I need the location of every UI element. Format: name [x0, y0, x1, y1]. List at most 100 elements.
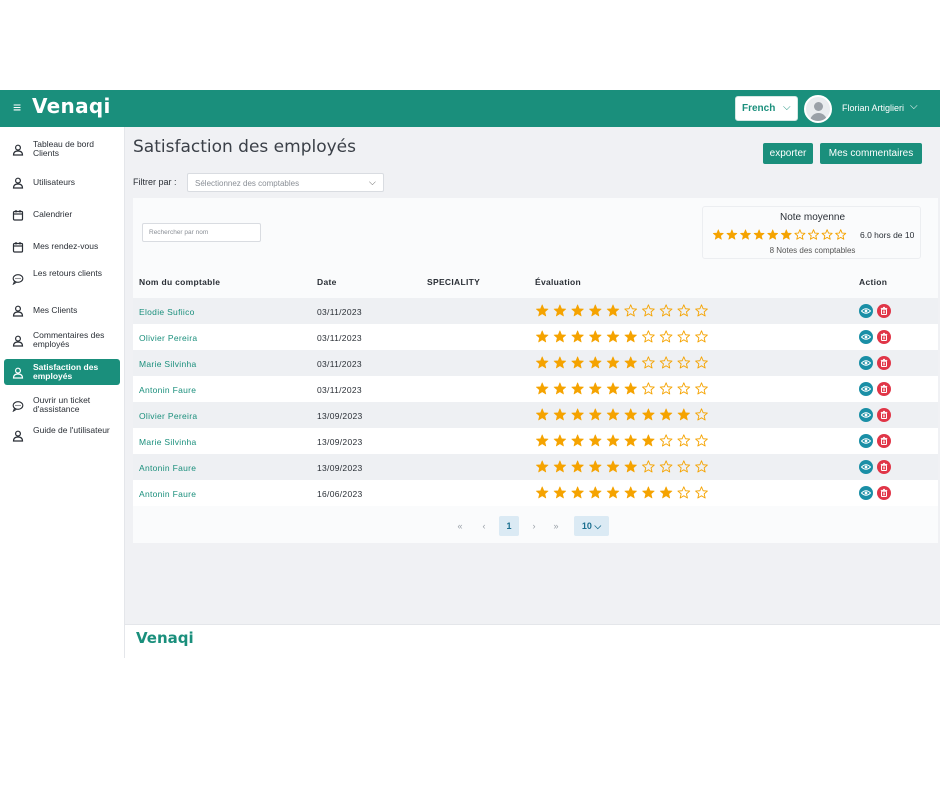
star-empty-icon — [695, 382, 708, 395]
sidebar-item[interactable]: Commentaires des employés — [4, 327, 120, 353]
page-size-select[interactable]: 10 ⌵ — [574, 516, 609, 536]
user-name[interactable]: Florian Artiglieri — [842, 103, 904, 113]
sidebar-item[interactable]: Guide de l'utilisateur — [4, 422, 120, 448]
view-button[interactable] — [859, 486, 873, 500]
star-empty-icon — [695, 330, 708, 343]
filter-label: Filtrer par : — [133, 177, 177, 187]
sidebar-item-label: Ouvrir un ticket d'assistance — [33, 395, 91, 414]
delete-button[interactable] — [877, 486, 891, 500]
star-filled-icon — [571, 434, 584, 447]
accountant-filter-select[interactable]: Sélectionnez des comptables ⌵ — [187, 173, 384, 192]
my-comments-button[interactable]: Mes commentaires — [820, 143, 922, 164]
chevron-down-icon[interactable]: ⌵ — [910, 101, 918, 112]
table-row: Olivier Pereira 13/09/2023 — [133, 402, 938, 428]
table-row: Olivier Pereira 03/11/2023 — [133, 324, 938, 350]
sidebar-item-label: Mes Clients — [33, 305, 78, 315]
next-page-button[interactable]: › — [525, 516, 543, 536]
accountant-name-link[interactable]: Antonin Faure — [139, 489, 196, 499]
star-filled-icon — [589, 408, 602, 421]
star-empty-icon — [642, 304, 655, 317]
user-icon — [12, 334, 24, 347]
view-button[interactable] — [859, 304, 873, 318]
star-filled-icon — [589, 460, 602, 473]
column-header-date[interactable]: Date — [317, 277, 337, 287]
star-filled-icon — [624, 460, 637, 473]
accountant-name-link[interactable]: Marie Silvinha — [139, 359, 197, 369]
view-button[interactable] — [859, 330, 873, 344]
star-empty-icon — [835, 229, 847, 240]
delete-button[interactable] — [877, 356, 891, 370]
sidebar-item-label: Les retours clients — [33, 268, 102, 278]
language-value: French — [742, 103, 776, 114]
sidebar-item[interactable]: Calendrier — [4, 204, 120, 224]
sidebar-item[interactable]: Mes rendez-vous — [4, 236, 120, 256]
trash-icon — [880, 306, 888, 316]
first-page-button[interactable]: « — [451, 516, 469, 536]
sidebar-item[interactable]: Tableau de bord Clients — [4, 137, 120, 161]
accountant-name-link[interactable]: Olivier Pereira — [139, 333, 197, 343]
star-filled-icon — [606, 382, 620, 395]
star-empty-icon — [695, 356, 708, 369]
delete-button[interactable] — [877, 330, 891, 344]
view-button[interactable] — [859, 408, 873, 422]
star-filled-icon — [780, 229, 792, 240]
column-header-speciality[interactable]: SPECIALITY — [427, 277, 480, 287]
eye-icon — [861, 360, 871, 366]
last-page-button[interactable]: » — [547, 516, 565, 536]
accountant-name-link[interactable]: Antonin Faure — [139, 463, 196, 473]
hamburger-icon[interactable]: ≡ — [13, 99, 21, 115]
search-placeholder: Rechercher par nom — [149, 229, 209, 236]
star-empty-icon — [695, 486, 708, 499]
accountant-name-link[interactable]: Olivier Pereira — [139, 411, 197, 421]
sidebar-item[interactable]: Ouvrir un ticket d'assistance — [4, 392, 120, 418]
eye-icon — [861, 464, 871, 470]
star-filled-icon — [624, 382, 637, 395]
delete-button[interactable] — [877, 304, 891, 318]
delete-button[interactable] — [877, 434, 891, 448]
view-button[interactable] — [859, 356, 873, 370]
sidebar: Tableau de bord Clients Utilisateurs Calen… — [0, 127, 125, 658]
star-filled-icon — [535, 382, 549, 395]
accountant-name-link[interactable]: Antonin Faure — [139, 385, 196, 395]
view-button[interactable] — [859, 382, 873, 396]
rating-stars — [535, 486, 708, 499]
language-select[interactable]: French ⌵ — [735, 96, 798, 121]
star-filled-icon — [677, 408, 690, 421]
page-1-button[interactable]: 1 — [499, 516, 519, 536]
rating-stars — [535, 408, 708, 421]
prev-page-button[interactable]: ‹ — [475, 516, 493, 536]
sidebar-item-label: Commentaires des employés — [33, 330, 105, 349]
table-row: Marie Silvinha 03/11/2023 — [133, 350, 938, 376]
star-empty-icon — [642, 330, 655, 343]
delete-button[interactable] — [877, 460, 891, 474]
star-filled-icon — [712, 229, 724, 240]
sidebar-item[interactable]: Satisfaction des employés — [4, 359, 120, 385]
star-empty-icon — [677, 356, 691, 369]
column-header-name[interactable]: Nom du comptable — [139, 277, 220, 287]
star-filled-icon — [589, 330, 602, 343]
delete-button[interactable] — [877, 408, 891, 422]
table-row: Elodie Sufiico 03/11/2023 — [133, 298, 938, 324]
sidebar-item[interactable]: Utilisateurs — [4, 172, 120, 192]
delete-button[interactable] — [877, 382, 891, 396]
trash-icon — [880, 332, 888, 342]
accountant-name-link[interactable]: Marie Silvinha — [139, 437, 197, 447]
star-filled-icon — [606, 330, 620, 343]
view-button[interactable] — [859, 434, 873, 448]
export-button[interactable]: exporter — [763, 143, 813, 164]
trash-icon — [880, 462, 888, 472]
user-icon — [12, 429, 24, 442]
view-button[interactable] — [859, 460, 873, 474]
chevron-down-icon: ⌵ — [369, 177, 376, 187]
star-empty-icon — [642, 356, 655, 369]
eye-icon — [861, 334, 871, 340]
search-input[interactable]: Rechercher par nom — [142, 223, 261, 242]
star-filled-icon — [659, 486, 673, 499]
column-header-evaluation[interactable]: Évaluation — [535, 277, 581, 287]
trash-icon — [880, 358, 888, 368]
average-rating-title: Note moyenne — [779, 212, 846, 223]
avatar[interactable] — [804, 95, 832, 123]
accountant-name-link[interactable]: Elodie Sufiico — [139, 307, 195, 317]
sidebar-item[interactable]: Mes Clients — [4, 300, 120, 320]
sidebar-item[interactable]: Les retours clients — [4, 268, 120, 288]
